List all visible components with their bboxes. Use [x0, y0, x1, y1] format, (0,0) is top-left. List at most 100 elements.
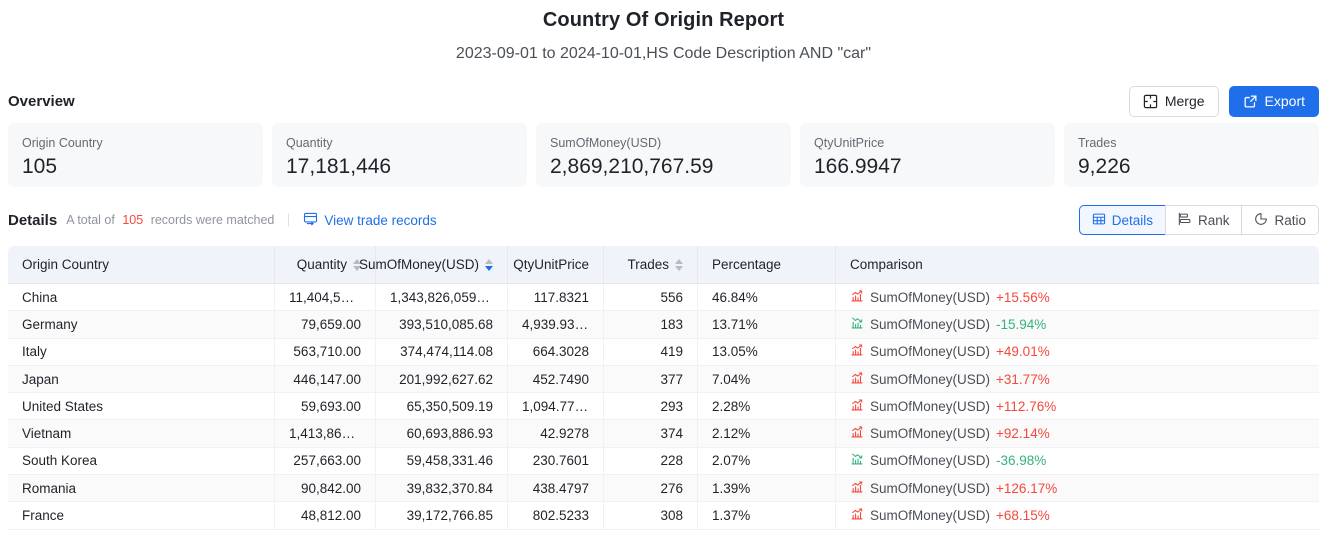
view-trade-records-link[interactable]: View trade records	[303, 211, 437, 229]
comparison-metric-label: SumOfMoney(USD)	[870, 480, 991, 496]
cell-qty-unit-price: 117.8321	[508, 284, 604, 312]
trend-down-bar-chart-icon	[850, 316, 864, 333]
tab-ratio[interactable]: Ratio	[1241, 205, 1319, 235]
tab-ratio-label: Ratio	[1274, 212, 1306, 228]
cell-qty-unit-price: 802.5233	[508, 502, 604, 530]
cell-quantity: 257,663.00	[275, 447, 376, 476]
stat-card-label: Origin Country	[22, 136, 103, 150]
cell-origin-country: Romania	[8, 475, 275, 503]
cell-qty-unit-price: 452.7490	[508, 365, 604, 394]
comparison-delta-value: +68.15%	[996, 508, 1050, 524]
overview-section-bar: Overview Merge Export	[0, 84, 1327, 118]
comparison-delta-value: +112.76%	[996, 398, 1057, 414]
comparison-delta-value: -36.98%	[996, 453, 1047, 469]
stat-card-quantity: Quantity 17,181,446	[272, 123, 527, 187]
column-label: Trades	[627, 257, 669, 272]
details-section-bar: Details A total of 105 records were matc…	[0, 205, 1327, 235]
table-row[interactable]: Italy 563,710.00 374,474,114.08 664.3028 419…	[8, 338, 1319, 366]
table-row[interactable]: Germany 79,659.00 393,510,085.68 4,939.9325…	[8, 311, 1319, 339]
column-label: Origin Country	[22, 257, 110, 272]
cell-origin-country: South Korea	[8, 447, 275, 476]
stat-card-label: Trades	[1078, 136, 1117, 150]
merge-cells-icon	[1143, 94, 1158, 109]
table-row[interactable]: Vietnam 1,413,860.00 60,693,886.93 42.9278 3…	[8, 420, 1319, 448]
cell-sum-of-money: 201,992,627.62	[376, 365, 508, 394]
details-label: Details	[8, 211, 58, 229]
cell-qty-unit-price: 664.3028	[508, 338, 604, 366]
stat-card-value: 9,226	[1078, 155, 1131, 178]
column-header-comparison[interactable]: Comparison	[836, 246, 1319, 284]
report-header: Country Of Origin Report 2023-09-01 to 2…	[0, 0, 1327, 65]
cell-trades: 374	[604, 420, 698, 448]
tab-rank[interactable]: Rank	[1164, 205, 1242, 235]
column-header-trades[interactable]: Trades	[604, 246, 698, 284]
cell-comparison: SumOfMoney(USD) +15.56%	[836, 284, 1319, 312]
cell-comparison: SumOfMoney(USD) +49.01%	[836, 339, 1319, 366]
cell-percentage: 13.05%	[698, 338, 836, 366]
details-summary: Details A total of 105 records were matc…	[8, 211, 437, 229]
sort-toggle-sum-of-money[interactable]	[485, 258, 493, 271]
tab-details-label: Details	[1111, 212, 1153, 228]
stat-card-value: 17,181,446	[286, 155, 392, 178]
cell-trades: 308	[604, 502, 698, 530]
table-row[interactable]: United States 59,693.00 65,350,509.19 1,094…	[8, 393, 1319, 421]
cell-trades: 293	[604, 393, 698, 421]
cell-qty-unit-price: 1,094.7768	[508, 393, 604, 421]
table-row[interactable]: France 48,812.00 39,172,766.85 802.5233 308 1…	[8, 502, 1319, 530]
comparison-delta-value: +49.01%	[996, 344, 1050, 360]
column-label: Quantity	[296, 257, 347, 272]
cell-quantity: 79,659.00	[275, 311, 376, 339]
cell-percentage: 2.07%	[698, 447, 836, 476]
cell-qty-unit-price: 230.7601	[508, 447, 604, 476]
column-label: Comparison	[850, 257, 923, 272]
table-row[interactable]: China 11,404,586.00 1,343,826,059.50 117.83…	[8, 284, 1319, 312]
tab-details[interactable]: Details	[1078, 205, 1165, 235]
details-record-summary: A total of 105 records were matched	[66, 213, 274, 227]
cell-quantity: 90,842.00	[275, 475, 376, 503]
column-header-origin-country[interactable]: Origin Country	[8, 246, 275, 284]
cell-sum-of-money: 60,693,886.93	[376, 420, 508, 448]
export-button[interactable]: Export	[1228, 85, 1319, 117]
stat-card-qty-unit-price: QtyUnitPrice 166.9947	[800, 123, 1055, 187]
table-row[interactable]: South Korea 257,663.00 59,458,331.46 230.76…	[8, 447, 1319, 476]
cell-percentage: 1.39%	[698, 475, 836, 503]
table-body: China 11,404,586.00 1,343,826,059.50 117.83…	[8, 284, 1319, 530]
trend-up-bar-chart-icon	[850, 480, 864, 497]
trend-up-bar-chart-icon	[850, 289, 864, 306]
cell-sum-of-money: 374,474,114.08	[376, 338, 508, 366]
cell-comparison: SumOfMoney(USD) -15.94%	[836, 311, 1319, 339]
column-header-qty-unit-price[interactable]: QtyUnitPrice	[508, 246, 604, 284]
sort-toggle-trades[interactable]	[675, 258, 683, 271]
table-row[interactable]: Romania 90,842.00 39,832,370.84 438.4797 276…	[8, 475, 1319, 503]
stat-card-origin-country: Origin Country 105	[8, 123, 263, 187]
column-header-sum-of-money[interactable]: SumOfMoney(USD)	[359, 246, 508, 284]
cell-comparison: SumOfMoney(USD) +31.77%	[836, 365, 1319, 394]
comparison-delta-value: +92.14%	[996, 426, 1050, 442]
cell-percentage: 1.37%	[698, 502, 836, 530]
divider	[288, 213, 290, 227]
table-grid-icon	[1092, 212, 1106, 229]
cell-quantity: 59,693.00	[275, 393, 376, 421]
trend-up-bar-chart-icon	[850, 343, 864, 360]
cell-comparison: SumOfMoney(USD) +68.15%	[836, 502, 1319, 530]
bar-rank-icon	[1178, 212, 1192, 229]
merge-button[interactable]: Merge	[1128, 85, 1219, 117]
cell-trades: 419	[604, 338, 698, 366]
comparison-delta-value: +15.56%	[996, 289, 1050, 305]
cell-sum-of-money: 65,350,509.19	[376, 393, 508, 421]
comparison-metric-label: SumOfMoney(USD)	[870, 426, 991, 442]
cell-trades: 276	[604, 475, 698, 503]
record-count: 105	[122, 213, 144, 227]
cell-origin-country: China	[8, 284, 275, 312]
cell-origin-country: Japan	[8, 365, 275, 394]
cell-quantity: 1,413,860.00	[275, 420, 376, 448]
column-header-percentage[interactable]: Percentage	[698, 246, 836, 284]
cell-qty-unit-price: 4,939.9325	[508, 311, 604, 339]
table-row[interactable]: Japan 446,147.00 201,992,627.62 452.7490 377…	[8, 365, 1319, 394]
column-label: Percentage	[712, 257, 782, 272]
cell-comparison: SumOfMoney(USD) -36.98%	[836, 448, 1319, 476]
comparison-metric-label: SumOfMoney(USD)	[870, 508, 991, 524]
comparison-metric-label: SumOfMoney(USD)	[870, 289, 991, 305]
cell-trades: 228	[604, 447, 698, 476]
comparison-metric-label: SumOfMoney(USD)	[870, 398, 991, 414]
